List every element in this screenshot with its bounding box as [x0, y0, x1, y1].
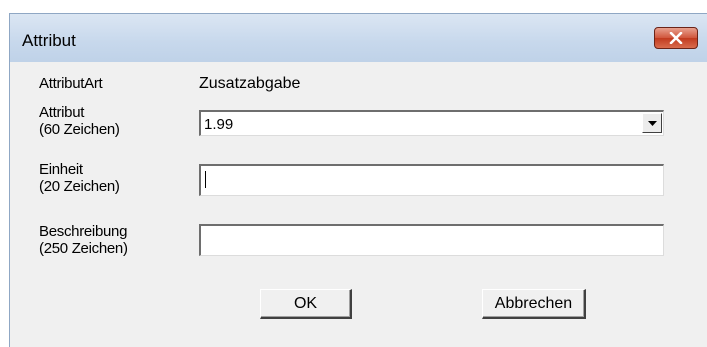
- beschreibung-label: Beschreibung (250 Zeichen): [39, 223, 128, 257]
- einheit-label-line1: Einheit: [39, 161, 83, 178]
- beschreibung-label-line2: (250 Zeichen): [39, 240, 128, 257]
- window-title: Attribut: [22, 31, 76, 50]
- beschreibung-label-line1: Beschreibung: [39, 223, 128, 240]
- dropdown-button[interactable]: [642, 113, 662, 133]
- dialog-body: AttributArt Zusatzabgabe Attribut (60 Ze…: [10, 62, 707, 347]
- attributart-label: AttributArt: [39, 75, 103, 92]
- attribut-label: Attribut (60 Zeichen): [39, 104, 120, 138]
- cancel-button[interactable]: Abbrechen: [482, 289, 586, 319]
- chevron-down-icon: [647, 120, 657, 126]
- attribut-select[interactable]: 1.99: [199, 110, 664, 136]
- einheit-field[interactable]: [199, 164, 664, 196]
- einheit-label: Einheit (20 Zeichen): [39, 161, 120, 195]
- close-icon: [669, 32, 683, 44]
- attribut-dialog: Attribut AttributArt Zusatzabgabe Attrib…: [9, 13, 707, 347]
- einheit-label-line2: (20 Zeichen): [39, 178, 120, 195]
- title-bar[interactable]: Attribut: [10, 14, 707, 62]
- text-caret: [205, 171, 206, 188]
- attribut-label-line2: (60 Zeichen): [39, 121, 120, 138]
- close-button[interactable]: [654, 27, 698, 49]
- ok-button[interactable]: OK: [260, 289, 352, 319]
- attribut-label-line1: Attribut: [39, 104, 85, 121]
- attributart-value: Zusatzabgabe: [199, 75, 301, 92]
- beschreibung-field[interactable]: [199, 224, 664, 256]
- attribut-selected-value: 1.99: [204, 116, 234, 133]
